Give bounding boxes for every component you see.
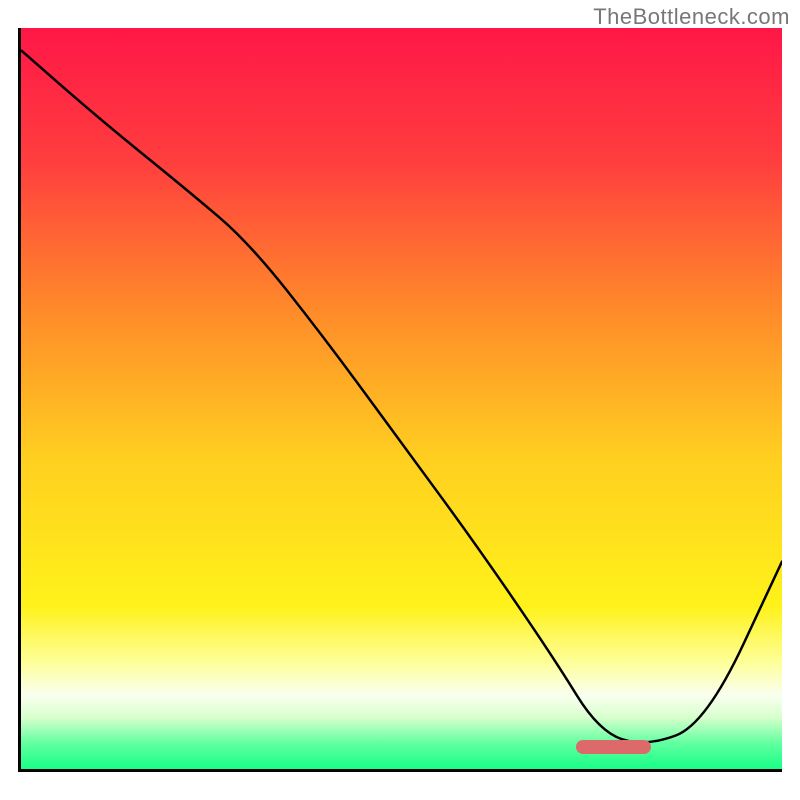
- bottleneck-chart: TheBottleneck.com: [0, 0, 800, 800]
- optimal-range-marker: [576, 740, 651, 754]
- bottleneck-curve-path: [21, 50, 782, 742]
- watermark-text: TheBottleneck.com: [593, 4, 790, 30]
- bottleneck-curve: [21, 28, 782, 769]
- plot-area: [18, 28, 782, 772]
